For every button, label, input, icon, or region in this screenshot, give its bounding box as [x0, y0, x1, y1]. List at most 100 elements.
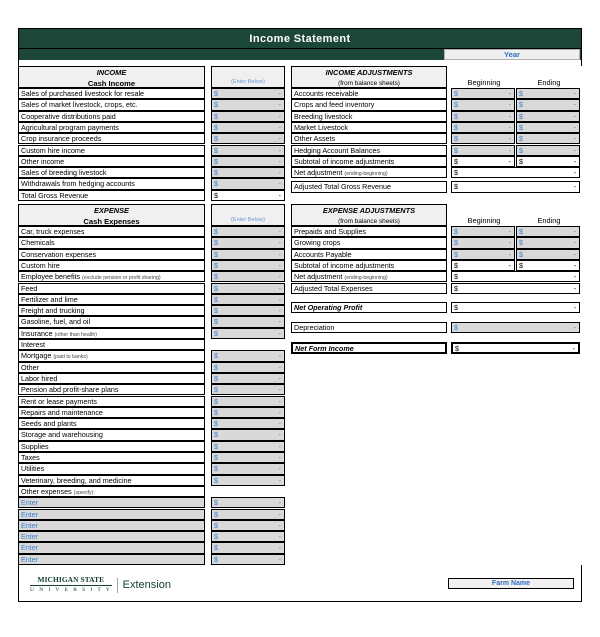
- row-label-cell[interactable]: Enter: [18, 553, 205, 565]
- farm-name-input[interactable]: Farm Name: [448, 578, 574, 589]
- row-ending-cell[interactable]: $ -: [516, 88, 580, 100]
- row-value-cell[interactable]: $ -: [211, 133, 285, 145]
- row-label: Insurance: [21, 328, 53, 338]
- row-label: Enter: [21, 498, 39, 508]
- row-label-cell[interactable]: Enter: [18, 531, 205, 543]
- row-value-cell[interactable]: $ -: [211, 531, 285, 543]
- row-value-cell[interactable]: $ -: [211, 508, 285, 520]
- currency-symbol: $: [214, 168, 218, 178]
- currency-symbol: $: [214, 100, 218, 110]
- row-value-cell[interactable]: $ -: [211, 110, 285, 122]
- row-value-cell[interactable]: $ -: [211, 305, 285, 317]
- row-value-cell[interactable]: $ -: [211, 99, 285, 111]
- row-value-cell[interactable]: $ -: [211, 406, 285, 419]
- expense-adj-ending-header: Ending: [537, 216, 561, 225]
- row-value-cell-wide: $ -: [451, 167, 580, 179]
- row-value-cell[interactable]: $ -: [211, 497, 285, 509]
- row-beginning-cell[interactable]: $ -: [451, 110, 515, 122]
- year-input[interactable]: Year: [444, 49, 580, 60]
- msu-line-1: MICHIGAN STATE: [30, 576, 112, 586]
- row-value-cell[interactable]: $ -: [211, 121, 285, 134]
- row-value-cell[interactable]: $ -: [211, 282, 285, 294]
- row-ending-cell[interactable]: $ -: [516, 237, 580, 249]
- row-value-cell[interactable]: $ -: [211, 248, 285, 260]
- row-value: -: [278, 419, 281, 429]
- row-label-cell[interactable]: Enter: [18, 519, 205, 532]
- row-value-cell[interactable]: $ -: [211, 440, 285, 452]
- row-value-cell[interactable]: $ -: [211, 474, 285, 486]
- depreciation-value[interactable]: $ -: [451, 322, 580, 334]
- row-label: Enter: [21, 532, 39, 542]
- row-value-cell[interactable]: $ -: [211, 178, 285, 190]
- row-label: Net adjustment: [294, 272, 343, 282]
- row-value-cell[interactable]: $ -: [211, 237, 285, 249]
- row-beginning-cell[interactable]: $ -: [451, 88, 515, 100]
- row-beginning-cell[interactable]: $ -: [451, 133, 515, 145]
- row-label: Prepaids and Supplies: [294, 227, 366, 236]
- currency-symbol: $: [519, 156, 523, 166]
- msu-extension-logo: MICHIGAN STATE U N I V E R S I T Y Exten…: [30, 576, 171, 594]
- currency-symbol: $: [454, 134, 458, 144]
- row-ending-cell[interactable]: $ -: [516, 121, 580, 134]
- row-beginning-cell[interactable]: $ -: [451, 248, 515, 260]
- row-value-cell[interactable]: $ -: [211, 519, 285, 532]
- income-value-column-header: (Enter Below): [211, 66, 285, 88]
- row-value: -: [278, 145, 281, 155]
- row-value-cell[interactable]: $ -: [211, 271, 285, 283]
- row-beginning-cell[interactable]: $ -: [451, 144, 515, 156]
- row-value-cell[interactable]: $ -: [211, 226, 285, 238]
- row-value-cell[interactable]: $ -: [211, 327, 285, 339]
- row-value-cell[interactable]: $ -: [211, 553, 285, 565]
- row-beginning-cell[interactable]: $ -: [451, 99, 515, 111]
- row-label-cell[interactable]: Enter: [18, 542, 205, 554]
- row-value: -: [278, 227, 281, 236]
- row-label: Agricultural program payments: [21, 122, 119, 132]
- row-value-cell[interactable]: $ -: [211, 384, 285, 396]
- currency-symbol: $: [454, 227, 458, 236]
- row-value-cell[interactable]: $ -: [211, 418, 285, 430]
- row-value-cell[interactable]: $ -: [211, 463, 285, 475]
- currency-symbol: $: [454, 272, 458, 282]
- row-ending-cell[interactable]: $ -: [516, 99, 580, 111]
- row-value-cell[interactable]: $ -: [211, 372, 285, 385]
- row-value-cell[interactable]: $ -: [211, 259, 285, 272]
- row-value-cell[interactable]: $ -: [211, 452, 285, 464]
- row-value-cell[interactable]: $ -: [211, 293, 285, 306]
- row-value-cell[interactable]: $ -: [211, 395, 285, 407]
- row-label: Storage and warehousing: [21, 430, 103, 440]
- row-value-cell[interactable]: $ -: [211, 361, 285, 373]
- row-value-cell[interactable]: $ -: [211, 88, 285, 100]
- currency-symbol: $: [214, 328, 218, 338]
- currency-symbol: $: [214, 89, 218, 98]
- row-beginning-cell[interactable]: $ -: [451, 226, 515, 238]
- row-ending-cell[interactable]: $ -: [516, 144, 580, 156]
- row-ending-cell[interactable]: $ -: [516, 248, 580, 260]
- row-label: Conservation expenses: [21, 249, 97, 259]
- row-value: -: [278, 168, 281, 178]
- row-value-cell[interactable]: $ -: [211, 167, 285, 179]
- row-value-cell[interactable]: $ -: [211, 155, 285, 168]
- row-beginning-cell[interactable]: $ -: [451, 237, 515, 249]
- adjusted-total-gross-revenue-label: Adjusted Total Gross Revenue: [291, 181, 447, 193]
- row-ending-cell[interactable]: $ -: [516, 226, 580, 238]
- row-label-cell[interactable]: Enter: [18, 497, 205, 509]
- row-label: Accounts receivable: [294, 89, 359, 98]
- row-value-cell[interactable]: $ -: [211, 350, 285, 362]
- row-value-cell[interactable]: $ -: [211, 144, 285, 156]
- row-ending-cell[interactable]: $ -: [516, 133, 580, 145]
- row-ending-value: -: [573, 260, 576, 270]
- row-beginning-cell: $ -: [451, 259, 515, 272]
- row-ending-value: -: [573, 249, 576, 259]
- row-value-cell[interactable]: $ -: [211, 316, 285, 328]
- row-ending-cell[interactable]: $ -: [516, 110, 580, 122]
- row-label-cell: Feed: [18, 282, 205, 294]
- row-label-cell[interactable]: Enter: [18, 508, 205, 520]
- row-beginning-cell[interactable]: $ -: [451, 121, 515, 134]
- row-label-note: (ending-beginning): [344, 171, 388, 178]
- row-label-cell: Breeding livestock: [291, 110, 447, 122]
- row-value-cell[interactable]: $ -: [211, 542, 285, 554]
- row-value: -: [572, 344, 575, 354]
- row-value-cell[interactable]: $ -: [211, 429, 285, 441]
- income-adj-ending-header: Ending: [537, 78, 561, 87]
- row-label-cell: Seeds and plants: [18, 418, 205, 430]
